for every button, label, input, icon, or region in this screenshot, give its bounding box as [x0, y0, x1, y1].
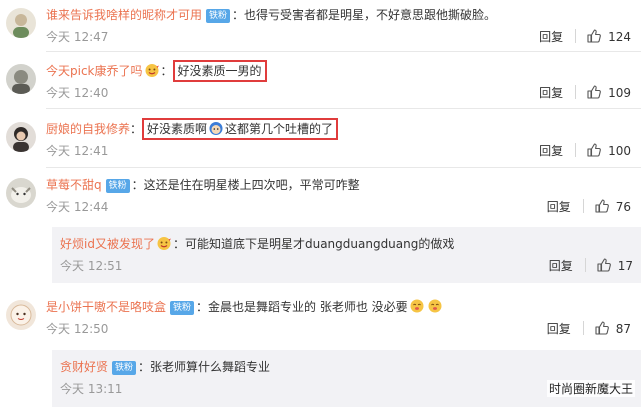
emoji-icon [144, 62, 160, 78]
fan-badge[interactable]: 铁粉 [206, 9, 231, 23]
timestamp: 今天 12:50 [46, 322, 109, 336]
comment-item: 是小饼干嗷不是咯吱盒 铁粉 ：金晨也是舞蹈专业的 张老师也 没必要 今天 12:50… [0, 296, 641, 340]
comment-actions: 回复 76 [547, 198, 631, 216]
comment-text-line: 草莓不甜q 铁粉 ：这还是住在明星楼上四次吧，平常可咋整 [46, 178, 360, 193]
comment-text: 也得亏受害者都是明星，不好意思跟他撕破脸。 [244, 8, 497, 22]
reply-button[interactable]: 回复 [547, 320, 571, 338]
thumb-up-icon[interactable] [596, 257, 612, 273]
thumb-up-icon[interactable] [586, 142, 602, 158]
reply-button[interactable]: 回复 [539, 84, 563, 102]
divider [575, 29, 577, 43]
emoji-icon [156, 235, 172, 251]
comment-meta: 今天 12:41 回复 100 [46, 142, 631, 160]
thumb-up-icon[interactable] [594, 320, 610, 336]
reply-button[interactable]: 回复 [539, 142, 563, 160]
comment-text-line: 贪财好贤 铁粉 ：张老师算什么舞蹈专业 [60, 360, 271, 375]
divider [575, 143, 577, 157]
like-count: 87 [615, 322, 631, 336]
avatar[interactable] [6, 64, 36, 94]
username-link[interactable]: 贪财好贤 [60, 360, 108, 374]
reply-button[interactable]: 回复 [549, 257, 573, 275]
emoji-icon [208, 120, 224, 136]
username-link[interactable]: 是小饼干嗷不是咯吱盒 [46, 300, 166, 314]
comment-text: 金晨也是舞蹈专业的 张老师也 没必要 [208, 300, 408, 314]
username-link[interactable]: 草莓不甜q [46, 178, 102, 192]
comment-meta: 今天 12:50 回复 87 [46, 320, 631, 338]
divider [582, 199, 584, 213]
avatar[interactable] [6, 300, 36, 330]
comment-actions: 回复 17 [549, 257, 633, 275]
divider [575, 85, 577, 99]
comment-actions: 回复 124 [539, 28, 631, 46]
like-count: 100 [608, 144, 631, 158]
sub-reply: 贪财好贤 铁粉 ：张老师算什么舞蹈专业 今天 13:11 [52, 350, 641, 407]
comment-actions: 回复 87 [547, 320, 631, 338]
comment-thread: 谁来告诉我啥样的昵称才可用 铁粉 ：也得亏受害者都是明星，不好意思跟他撕破脸。 今天… [0, 0, 641, 407]
reply-button[interactable]: 回复 [547, 198, 571, 216]
timestamp: 今天 12:44 [46, 200, 109, 214]
watermark: 时尚圈新魔大王 [546, 380, 635, 397]
comment-text-line: 谁来告诉我啥样的昵称才可用 铁粉 ：也得亏受害者都是明星，不好意思跟他撕破脸。 [46, 8, 497, 23]
highlighted-comment-box: 好没素质一男的 [172, 60, 267, 82]
comment-item: 今天pick康乔了吗：好没素质一男的 今天 12:40 回复 109 [0, 60, 641, 104]
fan-badge[interactable]: 铁粉 [105, 179, 130, 193]
comment-text: 可能知道底下是明星才duangduangduang的做戏 [184, 237, 455, 251]
comment-item: 厨娘的自我修养： 好没素质啊 这都第几个吐槽的了 今天 12:41 回复 100 [0, 118, 641, 162]
thumb-up-icon[interactable] [586, 28, 602, 44]
highlighted-comment-box: 好没素质啊 这都第几个吐槽的了 [142, 118, 339, 140]
comment-actions: 回复 100 [539, 142, 631, 160]
divider [46, 51, 641, 52]
comment-text: 张老师算什么舞蹈专业 [150, 360, 271, 374]
comment-text: 好没素质啊 [147, 122, 208, 136]
username-link[interactable]: 今天pick康乔了吗 [46, 64, 143, 78]
avatar[interactable] [6, 178, 36, 208]
reply-button[interactable]: 回复 [539, 28, 563, 46]
thumb-up-icon[interactable] [594, 198, 610, 214]
like-count: 76 [615, 200, 631, 214]
divider [582, 321, 584, 335]
comment-text: 好没素质一男的 [177, 64, 262, 78]
comment-meta: 今天 12:44 回复 76 [46, 198, 631, 216]
username-link[interactable]: 好烦id又被发现了 [60, 237, 155, 251]
comment-text-line: 是小饼干嗷不是咯吱盒 铁粉 ：金晨也是舞蹈专业的 张老师也 没必要 [46, 296, 631, 318]
avatar[interactable] [6, 8, 36, 38]
timestamp: 今天 12:51 [60, 259, 123, 273]
comment-text-line: 厨娘的自我修养： 好没素质啊 这都第几个吐槽的了 [46, 118, 631, 140]
comment-meta: 今天 12:40 回复 109 [46, 84, 631, 102]
divider [46, 167, 641, 168]
like-count: 17 [617, 259, 633, 273]
timestamp: 今天 12:47 [46, 30, 109, 44]
comment-text: 这都第几个吐槽的了 [225, 122, 334, 136]
username-link[interactable]: 厨娘的自我修养 [46, 122, 130, 136]
comment-meta: 今天 12:51 回复 17 [60, 257, 633, 275]
like-count: 109 [608, 86, 631, 100]
divider [46, 108, 641, 109]
fan-badge[interactable]: 铁粉 [170, 301, 195, 315]
timestamp: 今天 12:40 [46, 86, 109, 100]
comment-item: 草莓不甜q 铁粉 ：这还是住在明星楼上四次吧，平常可咋整 今天 12:44 回复 76 [0, 174, 641, 218]
comment-actions: 回复 109 [539, 84, 631, 102]
emoji-icon [427, 298, 443, 314]
timestamp: 今天 13:11 [60, 382, 123, 396]
divider [584, 258, 586, 272]
thumb-up-icon[interactable] [586, 84, 602, 100]
like-count: 124 [608, 30, 631, 44]
emoji-icon [409, 298, 425, 314]
username-link[interactable]: 谁来告诉我啥样的昵称才可用 [46, 8, 202, 22]
comment-meta: 今天 12:47 回复 124 [46, 28, 631, 46]
comment-text-line: 好烦id又被发现了 ：可能知道底下是明星才duangduangduang的做戏 [60, 235, 455, 251]
comment-text: 这还是住在明星楼上四次吧，平常可咋整 [143, 178, 360, 192]
comment-item: 谁来告诉我啥样的昵称才可用 铁粉 ：也得亏受害者都是明星，不好意思跟他撕破脸。 今天… [0, 4, 641, 48]
comment-text-line: 今天pick康乔了吗：好没素质一男的 [46, 60, 631, 82]
fan-badge[interactable]: 铁粉 [112, 361, 137, 375]
avatar[interactable] [6, 122, 36, 152]
sub-reply: 好烦id又被发现了 ：可能知道底下是明星才duangduangduang的做戏 今… [52, 227, 641, 283]
timestamp: 今天 12:41 [46, 144, 109, 158]
